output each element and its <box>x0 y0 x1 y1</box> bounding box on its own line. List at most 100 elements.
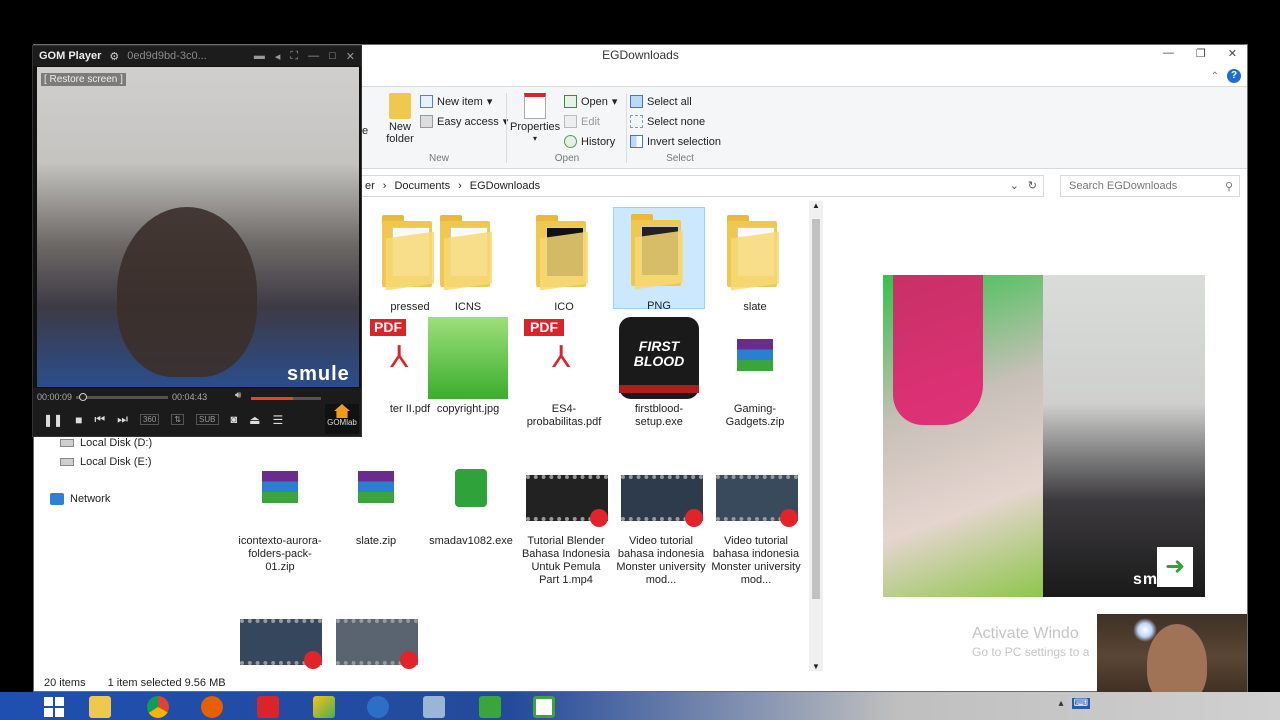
previous-icon[interactable]: ⏮︎ <box>94 412 105 427</box>
file-item[interactable]: Video tutorial bahasa indonesia Monster … <box>615 449 707 587</box>
folder-icon <box>631 214 687 290</box>
taskbar-camtasia[interactable] <box>470 694 510 720</box>
eject-icon[interactable]: ⏏ <box>249 413 260 427</box>
language-icon[interactable]: ⌨︎ <box>1071 698 1090 709</box>
taskbar: ▴ ⌨︎ <box>0 692 1280 720</box>
breadcrumb-item[interactable]: er <box>365 180 375 192</box>
file-item[interactable]: smadav1082.exe <box>425 449 517 548</box>
taskbar-gom[interactable] <box>248 694 288 720</box>
stop-icon[interactable]: ■ <box>75 413 82 427</box>
close-icon[interactable]: ✕ <box>1228 47 1237 60</box>
maximize-icon[interactable]: □ <box>329 50 336 63</box>
house-icon <box>334 404 350 418</box>
gear-icon[interactable]: ⚙ <box>109 50 119 63</box>
gomlab-button[interactable]: GOMlab <box>325 404 359 434</box>
file-item[interactable]: ICNS <box>422 209 514 314</box>
select-none-button[interactable]: Select none <box>630 115 705 128</box>
folder-icon <box>727 215 783 291</box>
select-all-button[interactable]: Select all <box>630 95 692 108</box>
volume-slider[interactable] <box>251 397 321 400</box>
folder-icon <box>536 215 592 291</box>
pause-icon[interactable]: ❚❚ <box>43 413 63 427</box>
close-icon[interactable]: ✕ <box>346 50 355 63</box>
open-button[interactable]: Open ▾ <box>564 95 617 108</box>
360-icon[interactable]: 360 <box>139 414 160 425</box>
file-item[interactable]: PDF ⅄ ES4-probabilitas.pdf <box>518 317 610 429</box>
start-button[interactable] <box>34 694 74 720</box>
nav-item-drive-e[interactable]: Local Disk (E:) <box>60 456 152 468</box>
breadcrumb-item[interactable]: Documents <box>394 180 450 192</box>
restore-screen-label[interactable]: [ Restore screen ] <box>41 73 126 86</box>
new-item-icon <box>420 95 433 108</box>
capture-icon[interactable]: ◙ <box>231 414 238 426</box>
scrollbar-thumb[interactable] <box>812 219 820 599</box>
bird-app-icon <box>367 696 389 718</box>
address-dropdown-icon[interactable]: ⌄ <box>1010 179 1019 192</box>
maximize-icon[interactable]: ❐ <box>1196 47 1206 60</box>
taskbar-explorer[interactable] <box>80 694 120 720</box>
share-arrow-icon: ➜ <box>1157 547 1193 587</box>
file-item[interactable]: icontexto-aurora-folders-pack-01.zip <box>234 449 326 574</box>
taskbar-camtasia-recorder[interactable] <box>524 694 564 720</box>
minimize-icon[interactable]: — <box>308 50 319 63</box>
file-item[interactable]: slate <box>709 209 801 314</box>
nav-item-network[interactable]: Network <box>50 493 110 505</box>
mini-mode-icon[interactable]: ◂ <box>275 50 281 63</box>
gom-icon <box>257 696 279 718</box>
scroll-down-icon[interactable]: ▼ <box>812 662 820 671</box>
video-thumbnail-icon <box>716 449 798 531</box>
file-item[interactable] <box>330 609 422 695</box>
pin-icon[interactable]: ▬ <box>254 50 265 63</box>
ribbon-group-select: Select all Select none Invert selection … <box>630 87 730 169</box>
taskbar-bluestacks[interactable] <box>304 694 344 720</box>
fullscreen-icon[interactable]: ⛶ <box>290 50 298 63</box>
video-thumbnail-icon <box>240 609 322 691</box>
image-thumbnail-icon <box>428 317 508 399</box>
tray-chevron-icon[interactable]: ▴ <box>1059 698 1064 709</box>
breadcrumb-separator-icon: › <box>382 180 387 192</box>
file-item[interactable]: PNG <box>613 207 705 312</box>
breadcrumb-item[interactable]: EGDownloads <box>470 180 540 192</box>
invert-selection-button[interactable]: Invert selection <box>630 135 721 148</box>
taskbar-app[interactable] <box>358 694 398 720</box>
file-item[interactable]: ICO <box>518 209 610 314</box>
subtitle-button[interactable]: SUB <box>196 414 219 425</box>
file-item[interactable]: slate.zip <box>330 449 422 548</box>
new-folder-button[interactable]: New folder <box>378 93 422 145</box>
scroll-up-icon[interactable]: ▲ <box>812 201 820 210</box>
help-icon[interactable]: ? <box>1227 69 1241 83</box>
vertical-scrollbar[interactable]: ▲ ▼ <box>809 201 823 671</box>
chevron-up-icon[interactable]: ⌃ <box>1211 71 1219 82</box>
file-item[interactable]: Video tutorial bahasa indonesia Monster … <box>710 449 802 587</box>
network-icon <box>50 493 64 505</box>
history-button[interactable]: History <box>564 135 615 148</box>
seek-handle[interactable] <box>78 392 87 401</box>
edit-button[interactable]: Edit <box>564 115 600 128</box>
refresh-icon[interactable]: ↻ <box>1028 179 1037 192</box>
menu-icon[interactable]: ☰ <box>273 413 284 427</box>
file-item[interactable] <box>234 609 326 695</box>
file-item[interactable]: copyright.jpg <box>422 317 514 416</box>
new-item-button[interactable]: New item ▾ <box>420 95 492 108</box>
file-item[interactable]: FIRST BLOOD firstblood-setup.exe <box>613 317 705 429</box>
firefox-icon <box>201 696 223 718</box>
easy-access-button[interactable]: Easy access▾ <box>420 115 508 128</box>
next-icon[interactable]: ⏭︎ <box>117 412 128 427</box>
video-surface[interactable]: [ Restore screen ] smule <box>37 67 359 387</box>
taskbar-app[interactable] <box>414 694 454 720</box>
nav-item-drive-d[interactable]: Local Disk (D:) <box>60 437 152 449</box>
search-input[interactable]: Search EGDownloads ⚲ <box>1060 175 1240 197</box>
equalizer-icon[interactable]: ⇅ <box>171 414 185 425</box>
seek-bar[interactable] <box>76 392 169 401</box>
smadav-icon <box>431 449 511 531</box>
history-icon <box>564 135 577 148</box>
taskbar-chrome[interactable] <box>138 694 178 720</box>
file-item[interactable]: Tutorial Blender Bahasa Indonesia Untuk … <box>520 449 612 587</box>
minimize-icon[interactable]: — <box>1163 47 1174 60</box>
properties-button[interactable]: Properties ▾ <box>510 93 560 145</box>
volume-icon[interactable]: 🔊︎ <box>235 390 241 401</box>
taskbar-firefox[interactable] <box>192 694 232 720</box>
properties-icon <box>524 93 546 119</box>
search-icon: ⚲ <box>1224 181 1233 193</box>
file-item[interactable]: Gaming-Gadgets.zip <box>709 317 801 429</box>
